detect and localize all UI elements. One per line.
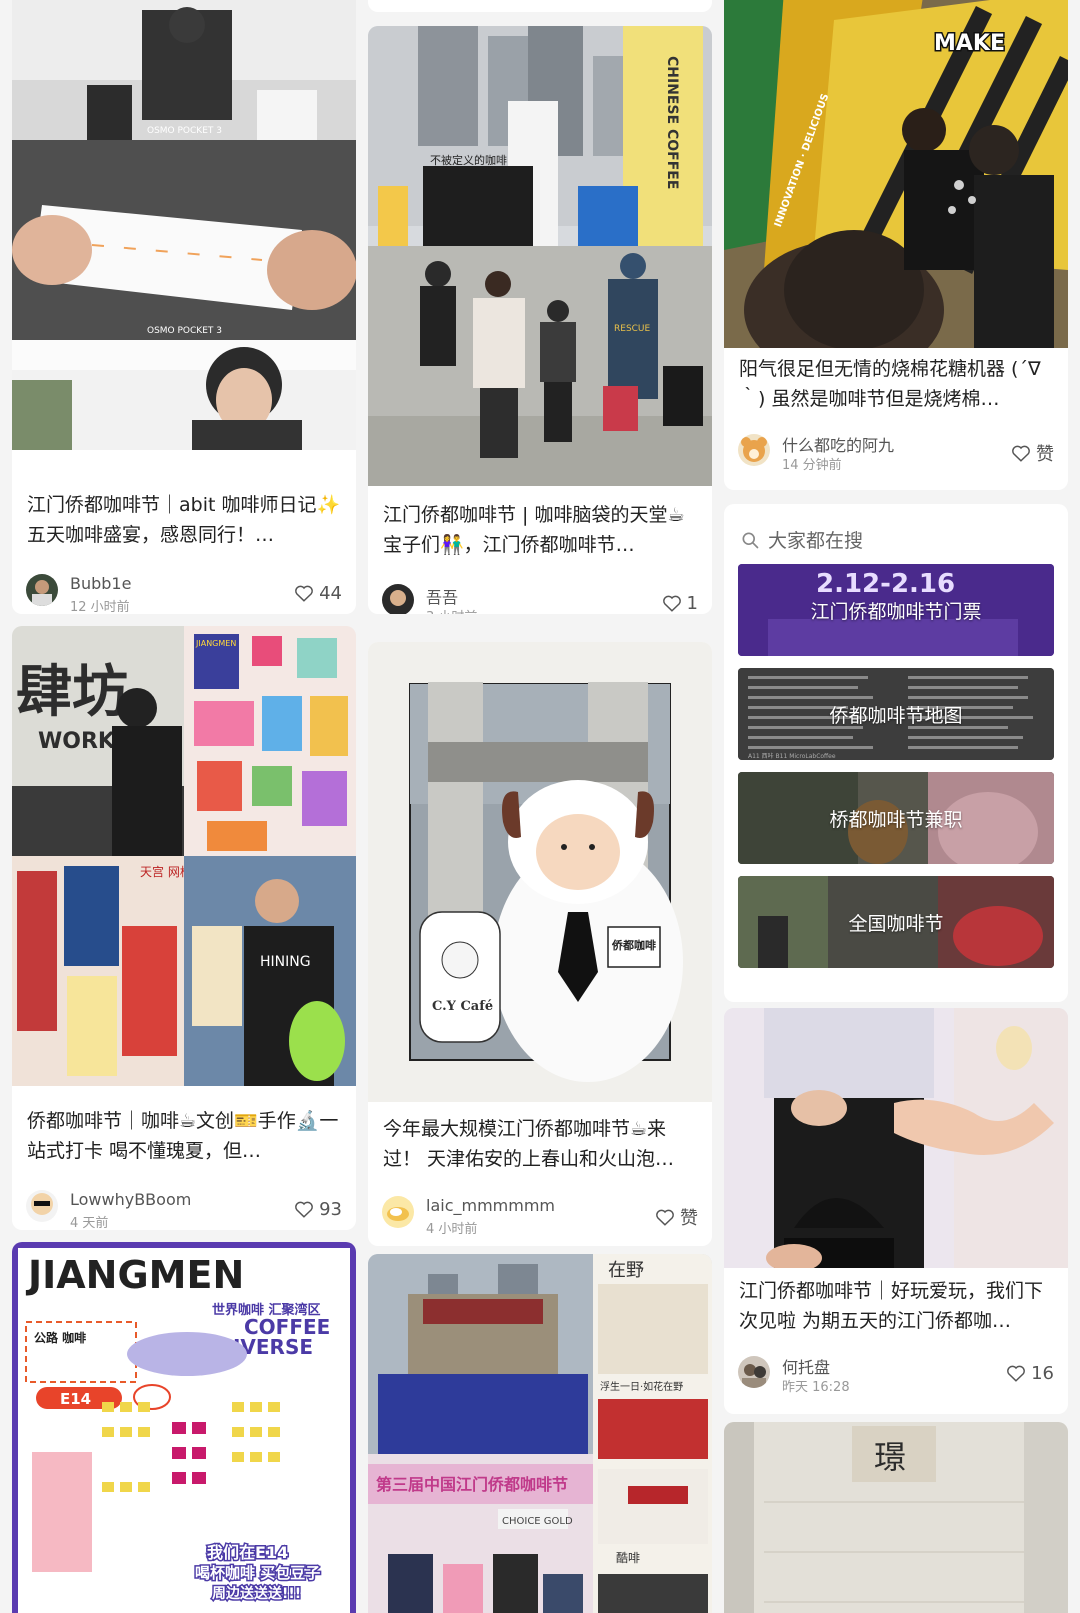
post-time: 4 小时前 (426, 1222, 478, 1237)
note-card-partial[interactable] (368, 0, 712, 12)
note-cover-image[interactable]: 肆坊 WORKSH JIANGMEN 天宫 网格片 HINING (12, 626, 356, 1086)
cover-text: HINING (260, 954, 311, 970)
note-card[interactable]: MAKE INNOVATION · DELICIOUS 阳气很足但无情的烧棉花糖… (724, 0, 1068, 490)
note-card[interactable]: 第三届中国江门侨都咖啡节 CHOICE GOLD 在野 浮生一日·如花在野 酷啡 (368, 1254, 712, 1613)
cover-text: 浮生一日·如花在野 (600, 1380, 683, 1393)
cover-text: 肆坊 (16, 659, 128, 725)
like-button[interactable]: 44 (293, 582, 342, 604)
author-name[interactable]: 何托盘 (782, 1354, 830, 1378)
note-cover-image[interactable]: 璟 (724, 1422, 1068, 1613)
note-card[interactable]: 肆坊 WORKSH JIANGMEN 天宫 网格片 HINING 侨都咖啡节｜咖… (12, 626, 356, 1230)
note-card[interactable]: 江门侨都咖啡节｜好玩爱玩，我们下次见啦 为期五天的江门侨都咖… 何托盘 昨天 1… (724, 1008, 1068, 1414)
note-cover-image[interactable]: 第三届中国江门侨都咖啡节 CHOICE GOLD 在野 浮生一日·如花在野 酷啡 (368, 1254, 712, 1613)
cover-text: 第三届中国江门侨都咖啡节 (376, 1475, 568, 1494)
like-count: 赞 (1036, 444, 1054, 465)
like-button[interactable]: 赞 (1010, 440, 1054, 466)
heart-icon (295, 1201, 314, 1218)
heart-icon (295, 585, 314, 602)
note-card[interactable]: JIANGMEN 世界咖啡 汇聚湾区 COFFEE UNIVERSE 公路 咖啡… (12, 1242, 356, 1613)
like-count: 93 (319, 1198, 342, 1220)
post-time: 昨天 16:28 (782, 1380, 850, 1395)
cover-text: JIANGMEN (25, 1253, 244, 1297)
avatar[interactable] (382, 1196, 414, 1228)
note-cover-image[interactable]: JIANGMEN 世界咖啡 汇聚湾区 COFFEE UNIVERSE 公路 咖啡… (12, 1242, 356, 1613)
search-suggestion-map[interactable]: A11 西咔 B11 MicroLabCoffee 侨都咖啡节地图 (738, 668, 1054, 760)
avatar[interactable] (26, 574, 58, 606)
post-time: 14 分钟前 (782, 458, 842, 473)
search-icon (742, 532, 759, 548)
author-name[interactable]: 吾吾 (426, 584, 458, 608)
avatar[interactable] (26, 1190, 58, 1222)
cover-text: 喝杯咖啡 买包豆子 (195, 1564, 320, 1582)
note-title[interactable]: 今年最大规模江门侨都咖啡节☕来过！ 天津佑安的上春山和火山泡… (383, 1114, 700, 1174)
note-cover-image[interactable]: CHINESE COFFEE 不被定义的咖啡 RESCUE (368, 26, 712, 486)
like-button[interactable]: 赞 (654, 1204, 698, 1230)
search-suggestions-card: 大家都在搜 2.12-2.16 江门侨都咖啡节门票 A11 西咔 B11 Mic… (724, 504, 1068, 1002)
cover-text: JIANGMEN (195, 639, 236, 648)
note-card[interactable]: OSMO POCKET 3 OSMO POCKET 3 江门侨都咖啡节｜abit… (12, 0, 356, 614)
cover-caption: OSMO POCKET 3 (147, 326, 222, 336)
post-time: 12 小时前 (70, 600, 130, 614)
avatar[interactable] (382, 584, 414, 614)
author-name[interactable]: 什么都吃的阿九 (782, 432, 894, 456)
avatar[interactable] (738, 434, 770, 466)
heart-icon (1007, 1365, 1026, 1382)
note-title[interactable]: 江门侨都咖啡节｜abit 咖啡师日记✨ 五天咖啡盛宴，感恩同行！… (27, 490, 344, 550)
heart-icon (662, 595, 681, 612)
note-cover-image[interactable]: 侨都咖啡 C.Y Café (368, 642, 712, 1102)
note-card[interactable]: CHINESE COFFEE 不被定义的咖啡 RESCUE 江门侨都咖啡节 | … (368, 26, 712, 614)
author-name[interactable]: laic_mmmmmm (426, 1196, 555, 1215)
heart-icon (656, 1209, 674, 1226)
search-suggestion-jobs[interactable]: 桥都咖啡节兼职 (738, 772, 1054, 864)
like-count: 16 (1031, 1362, 1054, 1384)
note-card[interactable]: 侨都咖啡 C.Y Café 今年最大规模江门侨都咖啡节☕来过！ 天津佑安的上春山… (368, 642, 712, 1246)
note-card[interactable]: 璟 (724, 1422, 1068, 1613)
like-button[interactable]: 93 (293, 1198, 342, 1220)
like-count: 1 (686, 592, 698, 614)
cover-text: CHOICE GOLD (502, 1516, 573, 1527)
cover-text: 公路 咖啡 (34, 1330, 86, 1345)
author-name[interactable]: LowwhyBBoom (70, 1190, 191, 1209)
post-time: 4 天前 (70, 1216, 109, 1230)
note-title[interactable]: 江门侨都咖啡节 | 咖啡脑袋的天堂☕ 宝子们👫，江门侨都咖啡节… (383, 500, 700, 560)
search-suggestion-label: 全国咖啡节 (848, 912, 944, 935)
like-button[interactable]: 1 (661, 592, 698, 614)
note-cover-image[interactable]: OSMO POCKET 3 OSMO POCKET 3 (12, 0, 356, 450)
cover-text: 酷啡 (616, 1551, 640, 1565)
cover-text: 侨都咖啡 (611, 938, 656, 952)
avatar[interactable] (738, 1356, 770, 1388)
heart-icon (1012, 445, 1030, 462)
cover-text: RESCUE (614, 324, 651, 334)
cover-text: 不被定义的咖啡 (430, 153, 507, 167)
cover-caption: OSMO POCKET 3 (147, 126, 222, 136)
note-cover-image[interactable]: MAKE INNOVATION · DELICIOUS (724, 0, 1068, 348)
cover-text: 在野 (608, 1260, 644, 1281)
cover-text: E14 (60, 1390, 91, 1408)
like-count: 赞 (680, 1208, 698, 1229)
note-cover-image[interactable] (724, 1008, 1068, 1268)
search-heading: 大家都在搜 (740, 526, 863, 553)
note-title[interactable]: 阳气很足但无情的烧棉花糖机器 (´∇｀) 虽然是咖啡节但是烧烤棉… (739, 354, 1056, 414)
search-suggestion-national[interactable]: 全国咖啡节 (738, 876, 1054, 968)
search-heading-text: 大家都在搜 (768, 530, 864, 552)
cover-text: 我们在E14 (207, 1543, 288, 1562)
note-title[interactable]: 江门侨都咖啡节｜好玩爱玩，我们下次见啦 为期五天的江门侨都咖… (739, 1276, 1056, 1336)
author-name[interactable]: Bubb1e (70, 574, 131, 593)
search-suggestion-label: 桥都咖啡节兼职 (829, 808, 963, 831)
search-suggestion-label: 江门侨都咖啡节门票 (810, 600, 982, 623)
cover-text: 璟 (874, 1438, 906, 1476)
search-suggestion-tickets[interactable]: 2.12-2.16 江门侨都咖啡节门票 (738, 564, 1054, 656)
cover-text: CHINESE COFFEE (664, 56, 680, 189)
like-button[interactable]: 16 (1005, 1362, 1054, 1384)
cover-text: MAKE (934, 31, 1005, 56)
cover-text: C.Y Café (432, 999, 493, 1014)
cover-text: 周边送送送!!! (212, 1585, 301, 1602)
search-suggestion-label: 侨都咖啡节地图 (829, 704, 963, 727)
note-title[interactable]: 侨都咖啡节｜咖啡☕文创🎫手作🔬一站式打卡 喝不懂瑰夏，但… (27, 1106, 344, 1166)
like-count: 44 (319, 582, 342, 604)
post-time: 3 小时前 (426, 606, 477, 614)
